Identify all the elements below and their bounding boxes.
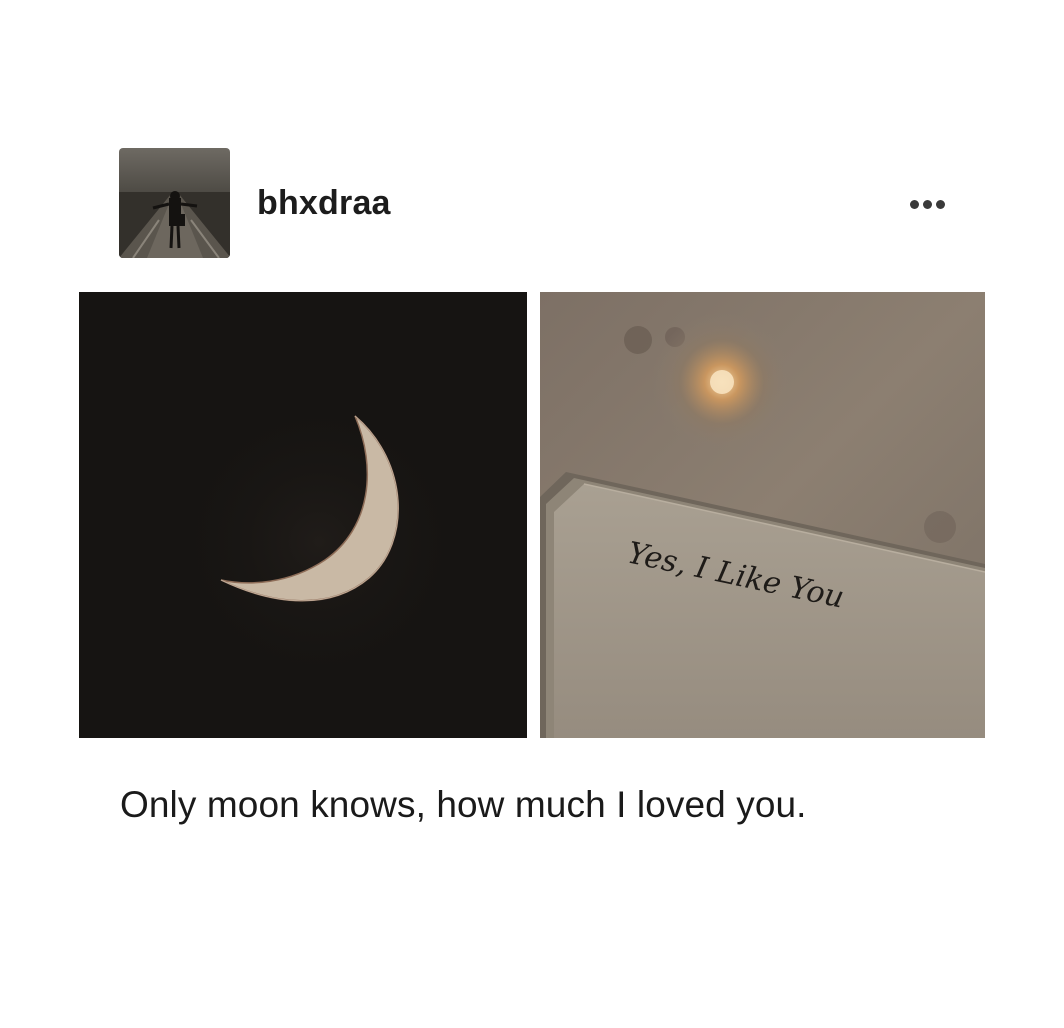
note-photo[interactable]: Yes, I Like You	[540, 292, 985, 738]
person-on-road-avatar-icon	[119, 148, 230, 258]
moon-photo[interactable]	[79, 292, 527, 738]
post-caption: Only moon knows, how much I loved you.	[120, 784, 807, 825]
more-horizontal-icon	[909, 199, 919, 209]
note-paper-image: Yes, I Like You	[540, 292, 985, 738]
author-avatar[interactable]	[119, 148, 230, 258]
more-horizontal-icon-dot	[935, 199, 945, 209]
more-horizontal-icon-dot	[922, 199, 932, 209]
author-username[interactable]: bhxdraa	[257, 184, 391, 223]
post-card: bhxdraa Yes, I Like You Only moon knows,…	[0, 0, 1064, 1028]
crescent-moon-image	[79, 292, 527, 738]
more-options-button[interactable]	[900, 188, 954, 220]
